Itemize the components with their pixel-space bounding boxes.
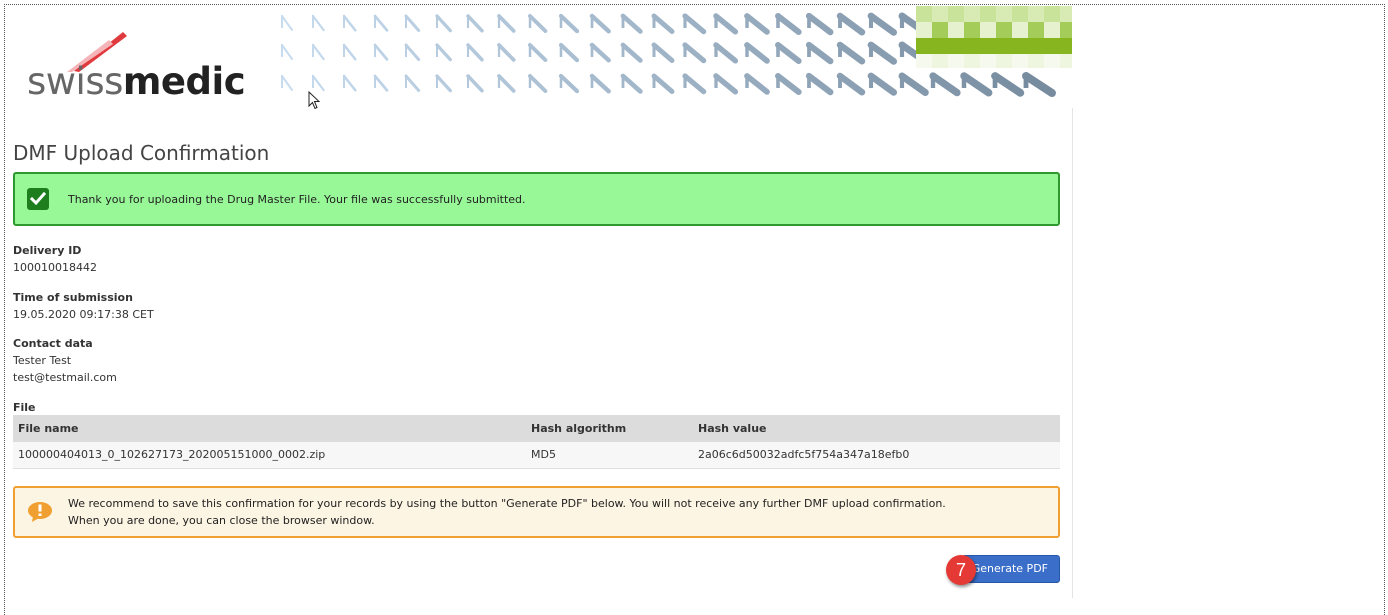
mouse-cursor-icon — [308, 91, 321, 110]
page-title: DMF Upload Confirmation — [13, 141, 270, 165]
column-header-file-name: File name — [13, 415, 526, 442]
success-message: Thank you for uploading the Drug Master … — [68, 193, 526, 206]
contact-email: test@testmail.com — [13, 371, 117, 384]
table-header-row: File name Hash algorithm Hash value — [13, 415, 1060, 442]
table-row: 100000404013_0_102627173_202005151000_00… — [13, 442, 1060, 469]
submission-time-label: Time of submission — [13, 291, 133, 304]
header-green-mosaic — [916, 6, 1072, 68]
check-icon — [27, 188, 49, 210]
generate-pdf-button[interactable]: Generate PDF — [962, 555, 1060, 583]
success-alert: Thank you for uploading the Drug Master … — [13, 172, 1060, 226]
exclamation-icon — [27, 501, 53, 523]
file-table: File name Hash algorithm Hash value 1000… — [13, 415, 1060, 469]
contact-data-label: Contact data — [13, 337, 93, 350]
hash-algorithm-cell: MD5 — [526, 442, 693, 469]
notice-text-line1: We recommend to save this confirmation f… — [68, 497, 946, 510]
delivery-id-label: Delivery ID — [13, 244, 82, 257]
file-name-cell: 100000404013_0_102627173_202005151000_00… — [13, 442, 526, 469]
content-divider — [1072, 108, 1073, 598]
column-header-hash-value: Hash value — [693, 415, 1060, 442]
page: swissmedic DMF Upload Confirmation Thank… — [7, 6, 1072, 615]
delivery-id-value: 100010018442 — [13, 261, 97, 274]
column-header-hash-algorithm: Hash algorithm — [526, 415, 693, 442]
submission-time-value: 19.05.2020 09:17:38 CET — [13, 308, 154, 321]
header: swissmedic — [7, 6, 1072, 106]
notice-alert: We recommend to save this confirmation f… — [13, 486, 1060, 538]
hash-value-cell: 2a06c6d50032adfc5f754a347a18efb0 — [693, 442, 1060, 469]
contact-name: Tester Test — [13, 354, 72, 367]
swissmedic-logo[interactable]: swissmedic — [27, 28, 257, 103]
logo-wordmark: swissmedic — [27, 60, 246, 103]
notice-text-line2: When you are done, you can close the bro… — [68, 514, 375, 527]
file-label: File — [13, 401, 36, 414]
step-number-badge: 7 — [946, 555, 976, 585]
